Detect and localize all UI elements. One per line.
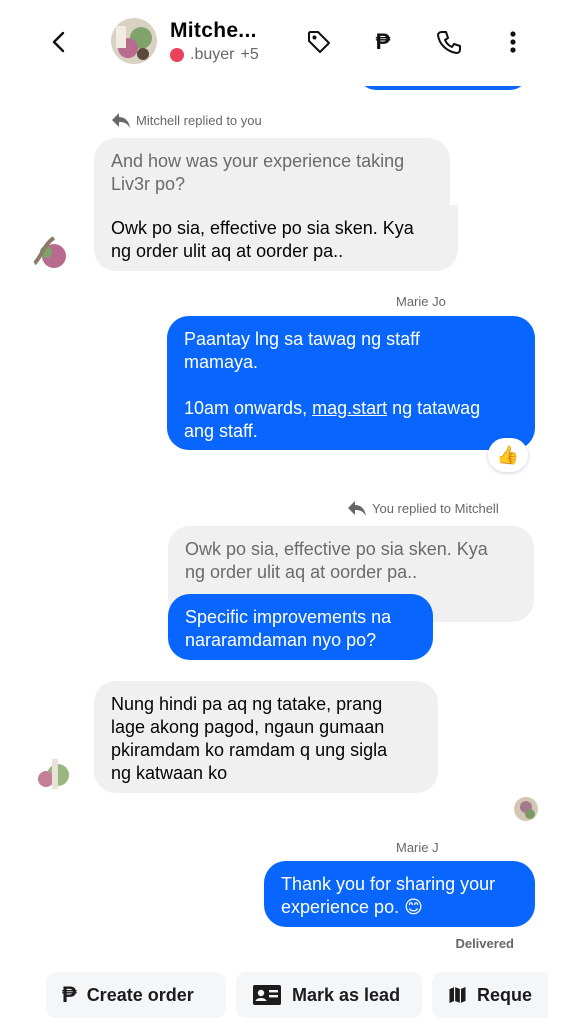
message-line: nararamdaman nyo po? bbox=[185, 630, 377, 650]
message-line: Owk po sia, effective po sia sken. Kya bbox=[111, 218, 414, 238]
sender-name: Marie J bbox=[396, 840, 439, 855]
contact-name[interactable]: Mitche... bbox=[170, 19, 257, 43]
reply-label-text: Mitchell replied to you bbox=[136, 112, 262, 128]
label-color-dot bbox=[170, 48, 184, 62]
request-button[interactable]: Reque bbox=[432, 972, 548, 1018]
quick-actions-bar: ₱ Create order Mark as lead Reque bbox=[0, 966, 587, 1024]
reply-indicator: Mitchell replied to you bbox=[110, 110, 262, 130]
message-line: Nung hindi pa aq ng tatake, prang bbox=[111, 694, 383, 714]
message-text: 10am onwards, bbox=[184, 398, 313, 418]
quoted-line: Owk po sia, effective po sia sken. Kya bbox=[185, 539, 488, 559]
sender-avatar[interactable] bbox=[34, 755, 74, 795]
label-extra-count: +5 bbox=[240, 46, 259, 63]
message-line: Thank you for sharing your bbox=[281, 874, 496, 894]
reply-label-text: You replied to Mitchell bbox=[372, 500, 499, 516]
message-line: experience po. 😊 bbox=[281, 897, 423, 917]
contact-avatar[interactable] bbox=[111, 18, 157, 64]
create-order-button[interactable]: ₱ Create order bbox=[46, 972, 226, 1018]
more-options-icon[interactable] bbox=[498, 27, 528, 57]
message-line: ang staff. bbox=[184, 421, 258, 441]
message-line: lage akong pagod, ngaun gumaan bbox=[111, 717, 385, 737]
message-line: ng katwaan ko bbox=[111, 763, 228, 783]
seen-avatar bbox=[514, 797, 538, 821]
peso-icon: ₱ bbox=[62, 982, 77, 1007]
outgoing-message[interactable]: Paantay lng sa tawag ng staff mamaya. 10… bbox=[167, 316, 535, 450]
incoming-message[interactable]: Nung hindi pa aq ng tatake, prang lage a… bbox=[94, 681, 438, 793]
quoted-line: And how was your experience taking bbox=[111, 151, 405, 171]
message-line: 10am onwards, mag.start ng tatawag bbox=[184, 397, 518, 420]
message-text: ng tatawag bbox=[387, 398, 481, 418]
create-order-label: Create order bbox=[86, 984, 194, 1005]
quoted-line: Liv3r po? bbox=[111, 174, 186, 194]
reply-icon bbox=[112, 113, 130, 128]
chat-header: Mitche... .buyer +5 ₱ bbox=[0, 0, 587, 86]
message-line: mamaya. bbox=[184, 352, 259, 372]
delivery-status: Delivered bbox=[455, 936, 514, 951]
outgoing-message[interactable]: Thank you for sharing your experience po… bbox=[264, 861, 535, 927]
thumbs-up-reaction[interactable]: 👍 bbox=[488, 438, 528, 472]
request-label: Reque bbox=[476, 984, 532, 1005]
sender-avatar[interactable] bbox=[32, 234, 72, 274]
reply-indicator: You replied to Mitchell bbox=[346, 498, 499, 518]
tag-icon[interactable] bbox=[304, 27, 334, 57]
mark-as-lead-button[interactable]: Mark as lead bbox=[236, 972, 422, 1018]
quoted-line: ng order ulit aq at oorder pa.. bbox=[185, 562, 418, 582]
label-name: .buyer bbox=[190, 46, 235, 63]
message-line: pkiramdam ko ramdam q ung sigla bbox=[111, 740, 388, 760]
contact-labels[interactable]: .buyer +5 bbox=[170, 46, 259, 64]
reply-icon bbox=[348, 501, 366, 516]
phone-icon[interactable] bbox=[434, 27, 464, 57]
incoming-message[interactable]: Owk po sia, effective po sia sken. Kya n… bbox=[94, 205, 458, 271]
message-line: Paantay lng sa tawag ng staff bbox=[184, 329, 420, 349]
map-icon bbox=[449, 986, 466, 1004]
outgoing-message[interactable]: Specific improvements na nararamdaman ny… bbox=[168, 594, 433, 660]
message-line: Specific improvements na bbox=[185, 607, 392, 627]
peso-icon[interactable]: ₱ bbox=[368, 27, 398, 57]
mark-as-lead-label: Mark as lead bbox=[292, 984, 401, 1005]
message-link[interactable]: mag.start bbox=[312, 398, 387, 418]
message-line: ng order ulit aq at oorder pa.. bbox=[111, 241, 344, 261]
sender-name: Marie Jo bbox=[396, 294, 446, 309]
contact-card-icon bbox=[253, 985, 281, 1005]
back-arrow-icon[interactable] bbox=[46, 28, 72, 56]
